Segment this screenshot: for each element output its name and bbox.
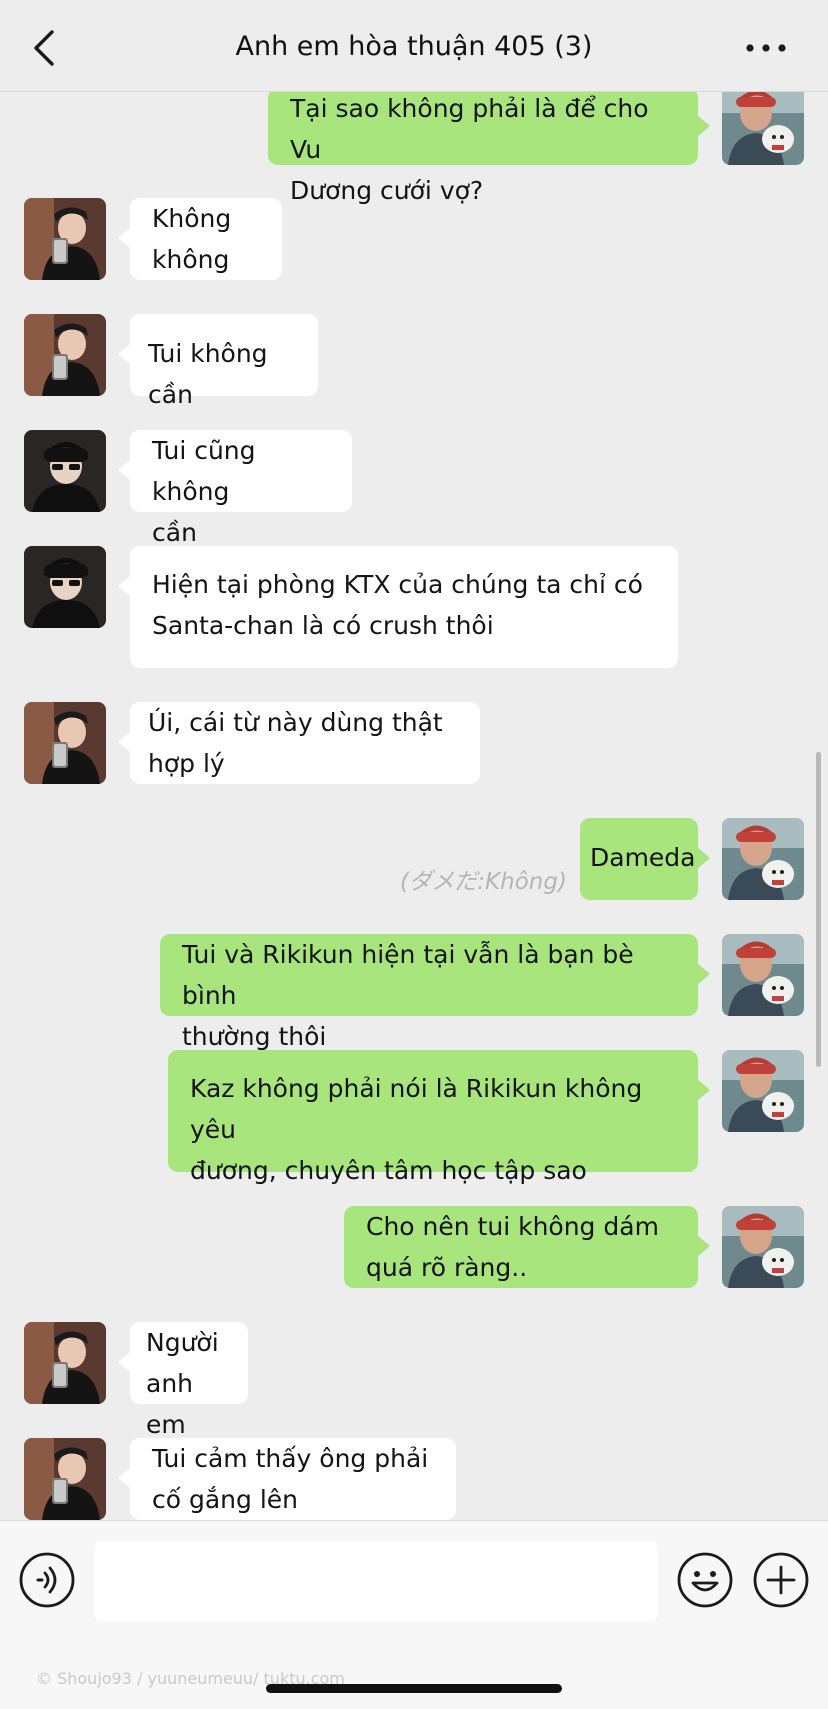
- avatar-image: [722, 818, 804, 900]
- avatar-image: [24, 198, 106, 280]
- chat-area[interactable]: Tại sao không phải là để cho Vu Dương cư…: [0, 0, 828, 1520]
- translation-note: (ダメだ:Không): [400, 869, 567, 895]
- home-indicator[interactable]: [266, 1684, 562, 1693]
- message-bubble-outgoing[interactable]: Tại sao không phải là để cho Vu Dương cư…: [268, 88, 710, 205]
- chat-header: Anh em hòa thuận 405 (3): [0, 0, 828, 92]
- avatar-image: [24, 1322, 106, 1404]
- avatar-self[interactable]: [722, 934, 804, 1016]
- plus-icon[interactable]: [752, 1551, 810, 1609]
- avatar-image: [24, 702, 106, 784]
- input-bar: © Shoujo93 / yuuneumeuu/ tuktu.com: [0, 1520, 828, 1709]
- message-bubble-incoming[interactable]: Hiện tại phòng KTX của chúng ta chỉ có S…: [118, 546, 678, 668]
- message-bubble-incoming[interactable]: Không không: [118, 198, 282, 280]
- avatar-image: [24, 546, 106, 628]
- message-bubble-incoming[interactable]: Tui cũng không cần: [118, 430, 352, 547]
- message-bubble-incoming[interactable]: Tui cảm thấy ông phải cố gắng lên: [118, 1438, 456, 1520]
- message-bubble-incoming[interactable]: Tui không cần: [118, 314, 318, 409]
- avatar-friend-a[interactable]: [24, 1438, 106, 1520]
- avatar-image: [722, 1050, 804, 1132]
- more-dots-icon[interactable]: [744, 38, 788, 58]
- avatar-image: [722, 83, 804, 165]
- avatar-friend-a[interactable]: [24, 1322, 106, 1404]
- emoji-icon[interactable]: [676, 1551, 734, 1609]
- message-bubble-outgoing[interactable]: Dameda: [580, 818, 710, 900]
- avatar-friend-a[interactable]: [24, 314, 106, 396]
- message-bubble-outgoing[interactable]: Kaz không phải nói là Rikikun không yêu …: [168, 1050, 710, 1185]
- avatar-self[interactable]: [722, 83, 804, 165]
- avatar-image: [24, 1438, 106, 1520]
- scrollbar[interactable]: [816, 752, 821, 1067]
- avatar-image: [24, 430, 106, 512]
- avatar-image: [24, 314, 106, 396]
- message-bubble-incoming[interactable]: Úi, cái từ này dùng thật hợp lý: [118, 702, 480, 784]
- voice-icon[interactable]: [18, 1551, 76, 1609]
- avatar-friend-b[interactable]: [24, 430, 106, 512]
- avatar-friend-b[interactable]: [24, 546, 106, 628]
- message-input[interactable]: [94, 1541, 658, 1621]
- avatar-self[interactable]: [722, 818, 804, 900]
- avatar-friend-a[interactable]: [24, 198, 106, 280]
- message-bubble-outgoing[interactable]: Cho nên tui không dám quá rõ ràng..: [344, 1206, 710, 1288]
- avatar-self[interactable]: [722, 1206, 804, 1288]
- chat-title: Anh em hòa thuận 405 (3): [235, 31, 593, 62]
- avatar-friend-a[interactable]: [24, 702, 106, 784]
- avatar-self[interactable]: [722, 1050, 804, 1132]
- avatar-image: [722, 934, 804, 1016]
- message-bubble-outgoing[interactable]: Tui và Rikikun hiện tại vẫn là bạn bè bì…: [160, 934, 710, 1051]
- message-bubble-incoming[interactable]: Người anh em: [118, 1322, 248, 1439]
- avatar-image: [722, 1206, 804, 1288]
